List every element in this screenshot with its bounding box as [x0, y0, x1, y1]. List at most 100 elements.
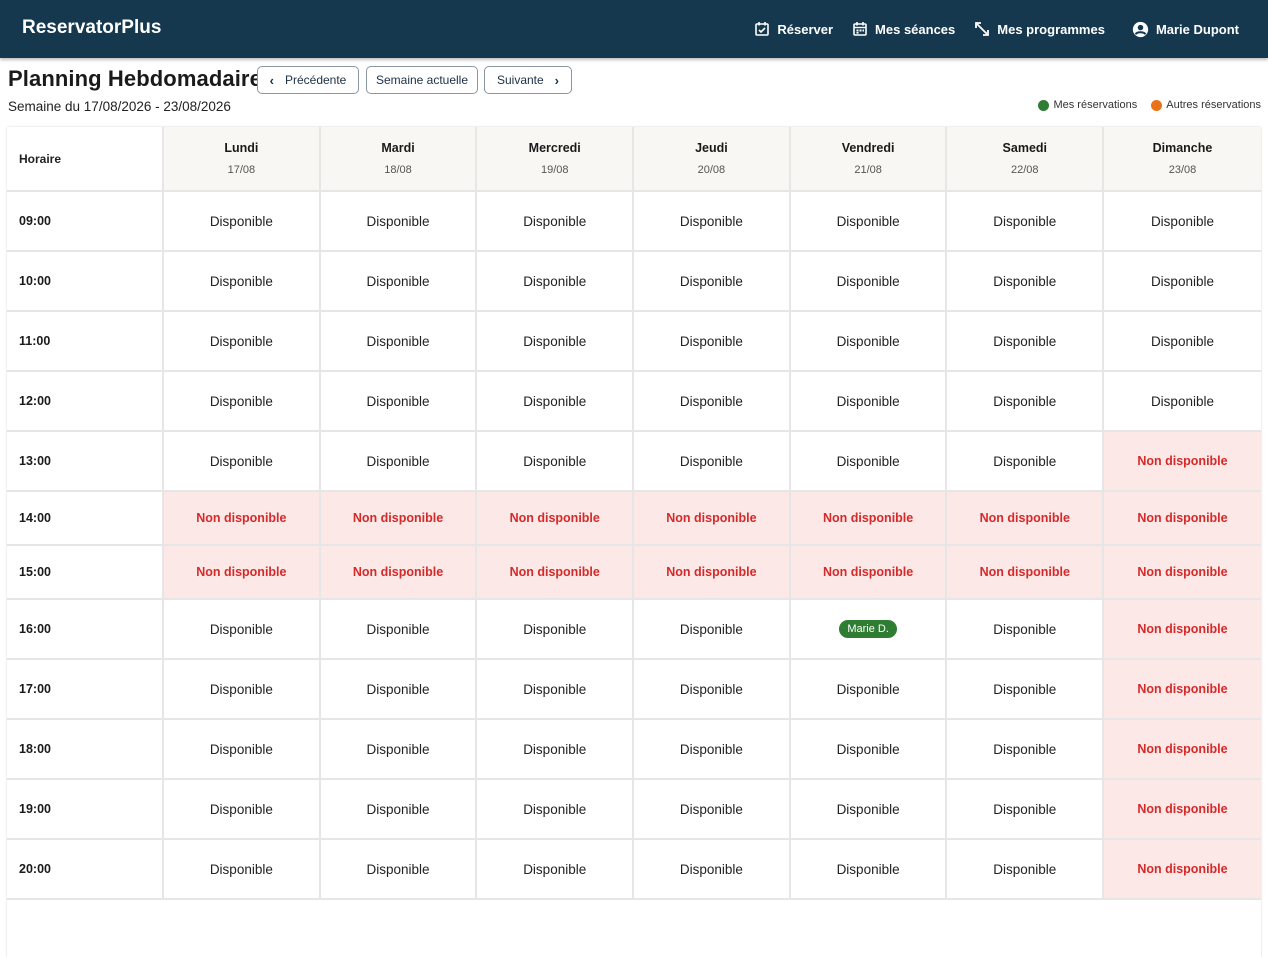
slot-available[interactable]: Disponible: [320, 720, 478, 780]
slot-available[interactable]: Disponible: [790, 780, 948, 840]
slot-available[interactable]: Disponible: [634, 660, 791, 720]
slot-available[interactable]: Disponible: [790, 372, 948, 432]
slot-available[interactable]: Disponible: [634, 372, 791, 432]
slot-available[interactable]: Disponible: [164, 780, 321, 840]
slot-available[interactable]: Disponible: [947, 372, 1105, 432]
slot-available[interactable]: Disponible: [477, 432, 635, 492]
slot-available[interactable]: Disponible: [634, 432, 791, 492]
app-brand[interactable]: ReservatorPlus: [22, 17, 161, 39]
slot-available[interactable]: Disponible: [320, 432, 478, 492]
slot-available[interactable]: Disponible: [164, 720, 321, 780]
slot-available[interactable]: Disponible: [790, 660, 948, 720]
slot-available[interactable]: Disponible: [790, 720, 948, 780]
day-header: Dimanche 23/08: [1104, 127, 1261, 192]
slot-unavailable: Non disponible: [1104, 660, 1261, 720]
slot-available[interactable]: Disponible: [634, 252, 791, 312]
slot-available[interactable]: Disponible: [320, 252, 478, 312]
slot-available[interactable]: Disponible: [164, 840, 321, 900]
current-week-label: Semaine actuelle: [375, 73, 469, 87]
slot-available[interactable]: Disponible: [320, 192, 478, 252]
slot-available[interactable]: Disponible: [634, 192, 791, 252]
slot-available[interactable]: Disponible: [790, 840, 948, 900]
day-name: Lundi: [224, 141, 259, 155]
chevron-left-icon: ‹: [269, 72, 274, 88]
slot-available[interactable]: Disponible: [634, 600, 791, 660]
current-week-button[interactable]: Semaine actuelle: [366, 66, 478, 94]
slot-available[interactable]: Disponible: [634, 312, 791, 372]
slot-available[interactable]: Disponible: [320, 840, 478, 900]
slot-available[interactable]: Disponible: [477, 840, 635, 900]
slot-available[interactable]: Disponible: [164, 312, 321, 372]
slot-available[interactable]: Disponible: [320, 372, 478, 432]
nav-reserver[interactable]: Réserver: [753, 20, 833, 38]
legend-label: Mes réservations: [1053, 99, 1138, 111]
legend-label: Autres réservations: [1166, 99, 1261, 111]
slot-my-reservation[interactable]: Marie D.: [790, 600, 948, 660]
slot-available[interactable]: Disponible: [164, 432, 321, 492]
user-menu[interactable]: Marie Dupont: [1132, 20, 1239, 38]
nav-mes-programmes[interactable]: Mes programmes: [973, 20, 1105, 38]
slot-available[interactable]: Disponible: [947, 192, 1105, 252]
slot-available[interactable]: Disponible: [164, 600, 321, 660]
day-date: 20/08: [697, 164, 726, 176]
slot-available[interactable]: Disponible: [790, 192, 948, 252]
slot-available[interactable]: Disponible: [947, 780, 1105, 840]
day-header: Samedi 22/08: [947, 127, 1105, 192]
slot-available[interactable]: Disponible: [947, 252, 1105, 312]
time-slot-label: 17:00: [7, 660, 164, 720]
slot-available[interactable]: Disponible: [477, 192, 635, 252]
slot-available[interactable]: Disponible: [320, 780, 478, 840]
slot-available[interactable]: Disponible: [477, 600, 635, 660]
slot-available[interactable]: Disponible: [947, 312, 1105, 372]
slot-available[interactable]: Disponible: [477, 780, 635, 840]
slot-available[interactable]: Disponible: [790, 312, 948, 372]
slot-available[interactable]: Disponible: [164, 372, 321, 432]
slot-available[interactable]: Disponible: [477, 252, 635, 312]
slot-available[interactable]: Disponible: [477, 372, 635, 432]
slot-unavailable: Non disponible: [790, 546, 948, 600]
next-week-button[interactable]: Suivante ›: [484, 66, 572, 94]
slot-available[interactable]: Disponible: [634, 840, 791, 900]
next-week-label: Suivante: [496, 73, 544, 87]
slot-unavailable: Non disponible: [320, 546, 478, 600]
day-date: 23/08: [1168, 164, 1197, 176]
user-name: Marie Dupont: [1155, 21, 1239, 37]
time-column-header: Horaire: [7, 127, 164, 192]
slot-unavailable: Non disponible: [947, 546, 1105, 600]
slot-available[interactable]: Disponible: [634, 720, 791, 780]
slot-available[interactable]: Disponible: [947, 600, 1105, 660]
time-slot-label: 10:00: [7, 252, 164, 312]
slot-available[interactable]: Disponible: [1104, 192, 1261, 252]
slot-available[interactable]: Disponible: [1104, 312, 1261, 372]
slot-available[interactable]: Disponible: [634, 780, 791, 840]
slot-available[interactable]: Disponible: [164, 252, 321, 312]
previous-week-button[interactable]: ‹ Précédente: [257, 66, 359, 94]
slot-available[interactable]: Disponible: [790, 432, 948, 492]
slot-available[interactable]: Disponible: [477, 660, 635, 720]
slot-available[interactable]: Disponible: [164, 660, 321, 720]
slot-available[interactable]: Disponible: [164, 192, 321, 252]
account-circle-icon: [1132, 20, 1150, 38]
nav-mes-seances[interactable]: Mes séances: [851, 20, 955, 38]
slot-available[interactable]: Disponible: [947, 432, 1105, 492]
day-header: Lundi 17/08: [164, 127, 321, 192]
slot-available[interactable]: Disponible: [947, 720, 1105, 780]
slot-available[interactable]: Disponible: [947, 840, 1105, 900]
slot-available[interactable]: Disponible: [947, 660, 1105, 720]
nav-label: Mes programmes: [997, 21, 1105, 37]
reservation-badge[interactable]: Marie D.: [839, 620, 897, 638]
page-title: Planning Hebdomadaire: [8, 66, 262, 91]
slot-available[interactable]: Disponible: [790, 252, 948, 312]
slot-available[interactable]: Disponible: [1104, 372, 1261, 432]
slot-unavailable: Non disponible: [1104, 600, 1261, 660]
slot-available[interactable]: Disponible: [320, 600, 478, 660]
legend-dot-icon: [1151, 99, 1163, 111]
slot-available[interactable]: Disponible: [320, 660, 478, 720]
slot-unavailable: Non disponible: [477, 492, 635, 546]
slot-available[interactable]: Disponible: [1104, 252, 1261, 312]
slot-available[interactable]: Disponible: [477, 312, 635, 372]
slot-available[interactable]: Disponible: [320, 312, 478, 372]
day-name: Jeudi: [695, 141, 728, 155]
time-slot-label: 20:00: [7, 840, 164, 900]
slot-available[interactable]: Disponible: [477, 720, 635, 780]
